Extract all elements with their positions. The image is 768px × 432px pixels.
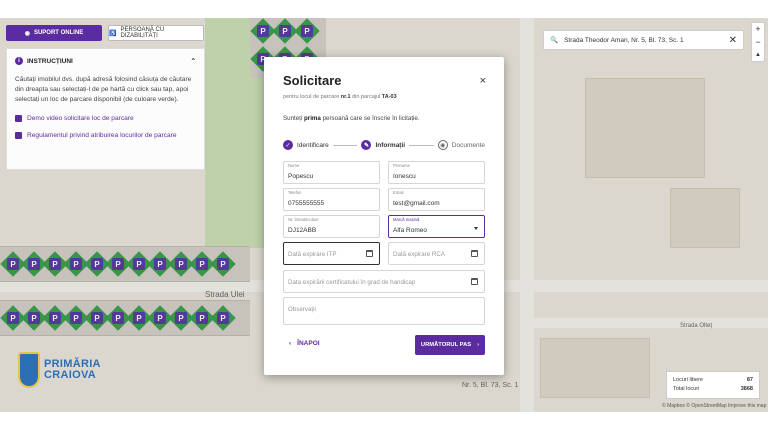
dialog-title: Solicitare	[283, 73, 342, 88]
spot-number: nr.1	[340, 94, 351, 100]
email-field[interactable]: Email test@gmail.com	[388, 188, 485, 211]
field-label: Marcă mașină	[393, 217, 420, 222]
notes-textarea[interactable]: Observații	[283, 297, 485, 325]
disability-button[interactable]: ♿ PERSOANĂ CU DIZABILITĂȚI	[108, 25, 204, 41]
back-button[interactable]: ‹ ÎNAPOI	[289, 340, 320, 347]
field-value: Alfa Romeo	[393, 227, 427, 234]
calendar-icon[interactable]	[471, 278, 478, 285]
step-label: Informații	[375, 141, 406, 149]
step-informatii[interactable]: ✎ Informații	[361, 140, 405, 150]
field-label: Telefon	[288, 190, 302, 195]
plate-number-field[interactable]: Nr. înmatriculare DJ12ABB	[283, 215, 380, 238]
city-hall-logo: PRIMĂRIA CRAIOVA	[18, 352, 101, 388]
field-placeholder: Dată expirare ITP	[288, 251, 337, 258]
screen: P P P P P P P P P P P P P P P P P P P P …	[0, 0, 768, 432]
car-brand-select[interactable]: Marcă mașină Alfa Romeo	[388, 215, 485, 238]
compass-button[interactable]: ▲	[755, 49, 761, 62]
step-divider	[332, 144, 358, 146]
address-search-box[interactable]: 🔍 Strada Theodor Aman, Nr. 5, Bl. 73, Sc…	[543, 30, 744, 50]
instructions-panel: i INSTRUCȚIUNI ⌃ Căutați imobilul dvs. d…	[6, 48, 205, 170]
disability-label: PERSOANĂ CU DIZABILITĂȚI	[120, 27, 165, 39]
video-icon	[15, 115, 22, 122]
disability-cert-expiry-field[interactable]: Data expirării certificatului în grad de…	[283, 270, 485, 293]
auction-note: Sunteți prima persoană care se înscrie î…	[283, 115, 420, 122]
field-placeholder: Data expirării certificatului în grad de…	[288, 279, 416, 286]
field-label: Prenume	[393, 163, 410, 168]
itp-expiry-field[interactable]: Dată expirare ITP	[283, 242, 380, 265]
coat-of-arms-icon	[18, 352, 40, 388]
field-value: Popescu	[288, 173, 314, 180]
field-value: 0755555555	[288, 200, 325, 207]
next-step-button[interactable]: URMĂTORUL PAS ›	[415, 335, 485, 355]
field-value: DJ12ABB	[288, 227, 317, 234]
calendar-icon[interactable]	[366, 250, 373, 257]
clear-search-icon[interactable]: ✕	[729, 35, 737, 46]
field-label: Nume	[288, 163, 300, 168]
step-label: Documente	[451, 141, 486, 149]
document-step-icon: ◉	[437, 140, 448, 150]
free-spots-value: 87	[746, 377, 753, 383]
field-placeholder: Dată expirare RCA	[393, 251, 445, 258]
lot-code: TA-03	[381, 94, 397, 100]
chevron-right-icon: ›	[477, 342, 480, 348]
regulations-label: Regulamentul privind atribuirea locurilo…	[27, 132, 177, 139]
field-value: Ionescu	[393, 173, 416, 180]
total-spots-value: 3868	[740, 386, 753, 392]
support-online-label: SUPORT ONLINE	[33, 30, 84, 36]
logo-line-2: CRAIOVA	[44, 369, 97, 381]
zoom-controls: + − ▲	[751, 22, 765, 62]
last-name-field[interactable]: Nume Popescu	[283, 161, 380, 184]
note-prefix: Sunteți	[283, 115, 303, 122]
support-online-button[interactable]: ◉ SUPORT ONLINE	[6, 25, 102, 41]
first-name-field[interactable]: Prenume Ionescu	[388, 161, 485, 184]
zoom-in-button[interactable]: +	[755, 23, 760, 36]
request-dialog: Solicitare × pentru locul de parcare nr.…	[264, 57, 504, 375]
video-demo-label: Demo video solicitare loc de parcare	[27, 115, 134, 122]
search-value: Strada Theodor Aman, Nr. 5, Bl. 73, Sc. …	[564, 36, 684, 44]
chevron-up-icon[interactable]: ⌃	[191, 57, 196, 65]
instructions-text: Căutați imobilul dvs. după adresă folosi…	[15, 76, 192, 103]
document-icon	[15, 132, 22, 139]
step-label: Identificare	[297, 141, 329, 149]
edit-icon: ✎	[361, 140, 372, 150]
note-suffix: persoană care se înscrie în licitație.	[322, 115, 420, 122]
note-bold: prima	[304, 115, 321, 122]
next-label: URMĂTORUL PAS	[420, 342, 472, 348]
chevron-down-icon	[474, 227, 478, 230]
field-value: test@gmail.com	[393, 200, 440, 207]
subtitle-mid: din parcajul	[352, 94, 381, 100]
close-icon[interactable]: ×	[480, 75, 486, 87]
info-icon: i	[15, 57, 23, 65]
step-divider	[409, 144, 434, 146]
form-stepper: ✓ Identificare ✎ Informații ◉ Documente	[283, 139, 485, 151]
headset-icon: ◉	[24, 30, 30, 37]
free-spots-label: Locuri libere	[673, 377, 703, 383]
calendar-icon[interactable]	[471, 250, 478, 257]
chevron-left-icon: ‹	[289, 340, 292, 347]
field-label: Nr. înmatriculare	[288, 217, 319, 222]
field-label: Email	[393, 190, 404, 195]
top-left-actions: ◉ SUPORT ONLINE ♿ PERSOANĂ CU DIZABILITĂ…	[6, 25, 204, 41]
field-placeholder: Observații	[288, 306, 316, 313]
parking-stats-legend: Locuri libere 87 Total locuri 3868	[666, 371, 760, 399]
phone-field[interactable]: Telefon 0755555555	[283, 188, 380, 211]
zoom-out-button[interactable]: −	[755, 36, 760, 49]
map-attribution[interactable]: © Mapbox © OpenStreetMap Improve this ma…	[662, 403, 766, 409]
back-label: ÎNAPOI	[297, 340, 320, 347]
total-spots-label: Total locuri	[673, 386, 700, 392]
search-icon: 🔍	[550, 37, 559, 44]
rca-expiry-field[interactable]: Dată expirare RCA	[388, 242, 485, 265]
video-demo-link[interactable]: Demo video solicitare loc de parcare	[15, 115, 196, 122]
subtitle-prefix: pentru locul de parcare	[283, 94, 340, 100]
check-icon: ✓	[283, 140, 293, 150]
step-identificare[interactable]: ✓ Identificare	[283, 140, 329, 150]
regulations-link[interactable]: Regulamentul privind atribuirea locurilo…	[15, 132, 196, 139]
dialog-subtitle: pentru locul de parcare nr.1 din parcaju…	[283, 94, 397, 100]
instructions-header[interactable]: i INSTRUCȚIUNI ⌃	[15, 57, 196, 65]
instructions-title: INSTRUCȚIUNI	[27, 57, 73, 65]
wheelchair-icon: ♿	[109, 30, 117, 37]
step-documente[interactable]: ◉ Documente	[437, 140, 486, 150]
